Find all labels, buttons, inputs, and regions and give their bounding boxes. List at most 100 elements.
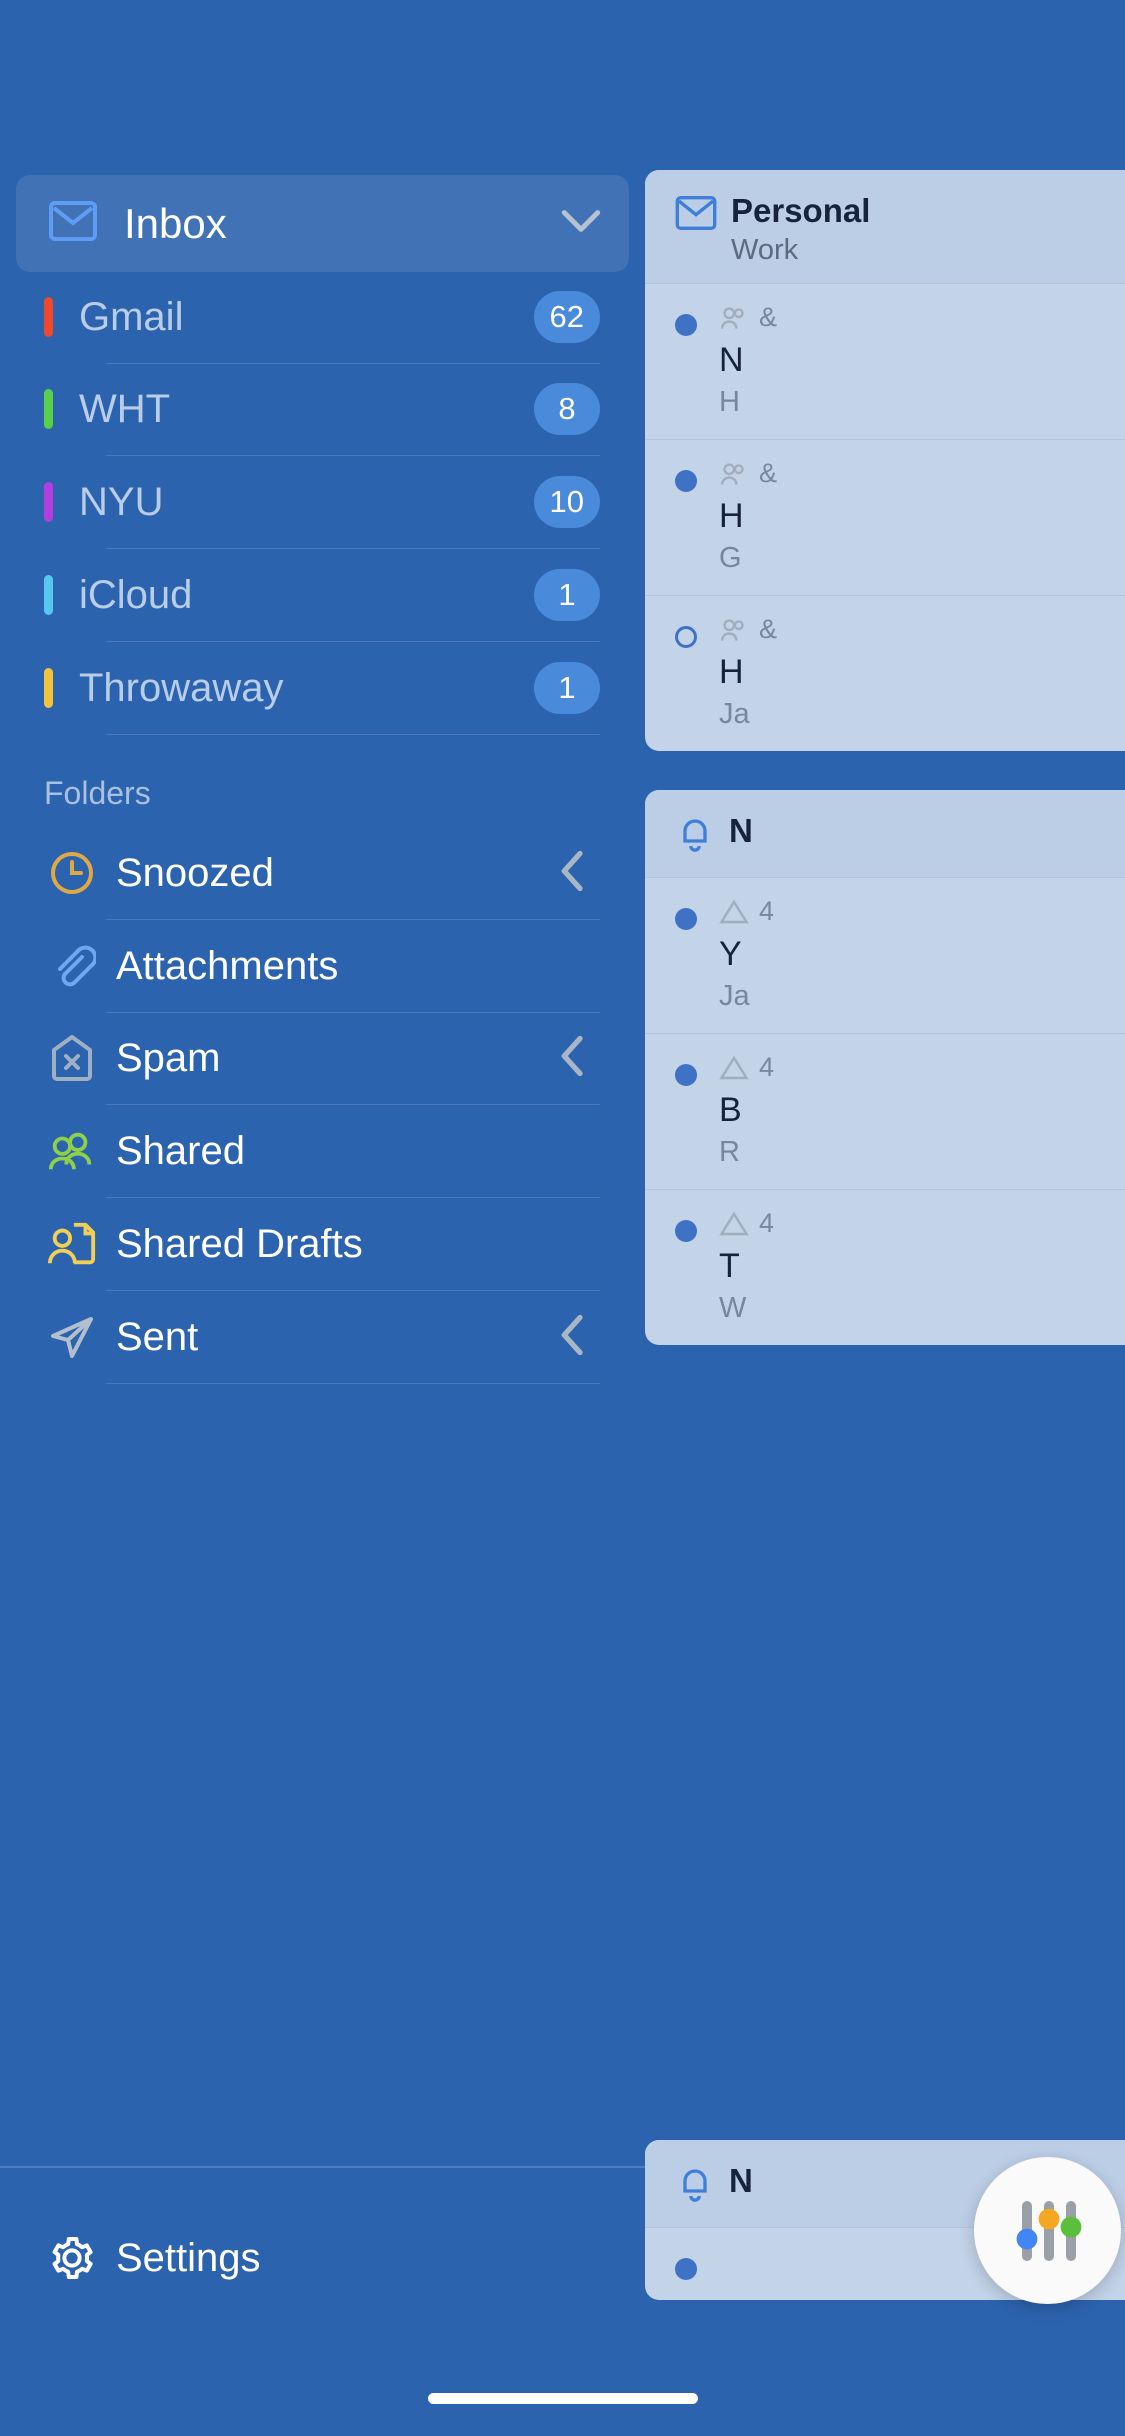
list-divider: [106, 1383, 600, 1384]
sidebar-item-label: Attachments: [116, 943, 339, 988]
people-icon: [44, 1128, 100, 1174]
chevron-left-icon[interactable]: [560, 1035, 586, 1082]
sidebar-item-account-gmail[interactable]: Gmail 62: [44, 271, 600, 363]
sidebar-item-spam[interactable]: Spam: [44, 1012, 600, 1104]
unread-dot: [675, 908, 697, 930]
unread-badge: 62: [533, 291, 600, 343]
gear-icon: [44, 2234, 100, 2282]
mail-group-header[interactable]: N: [645, 790, 1125, 877]
email-snippet: R: [719, 1136, 740, 1168]
clock-icon: [44, 849, 100, 897]
email-list-item[interactable]: & H Ja: [645, 595, 1125, 751]
email-sender-row: 4: [719, 896, 774, 927]
sidebar-item-account-wht[interactable]: WHT 8: [44, 363, 600, 455]
email-snippet: Ja: [719, 980, 750, 1012]
email-list-panel: Personal Work & N H & H G & H Ja N 4 Y J…: [645, 0, 1125, 2436]
email-list-item[interactable]: 4 Y Ja: [645, 877, 1125, 1033]
sidebar-item-sent[interactable]: Sent: [44, 1291, 600, 1383]
chevron-left-icon[interactable]: [560, 850, 586, 897]
mail-group-header[interactable]: Personal Work: [645, 170, 1125, 283]
sidebar-item-account-throwaway[interactable]: Throwaway 1: [44, 642, 600, 734]
paperclip-icon: [44, 942, 100, 990]
email-list-item[interactable]: & N H: [645, 283, 1125, 439]
read-dot: [675, 626, 697, 648]
sidebar-item-label: Shared Drafts: [116, 1221, 363, 1266]
unread-badge: 1: [534, 569, 600, 621]
sidebar-item-label: Inbox: [124, 199, 227, 247]
sidebar-item-label: Gmail: [79, 294, 184, 339]
email-snippet: Ja: [719, 698, 750, 730]
sidebar-item-label: NYU: [79, 479, 164, 524]
people-icon: [721, 462, 744, 485]
email-snippet: G: [719, 542, 742, 574]
unread-badge: 1: [534, 662, 600, 714]
email-sender: &: [759, 458, 778, 488]
unread-dot: [675, 1220, 697, 1242]
email-sender: 4: [759, 1208, 775, 1238]
chevron-down-icon[interactable]: [561, 209, 601, 238]
mail-group-card[interactable]: N 4 Y Ja 4 B R 4 T W: [645, 790, 1125, 1345]
email-subject: H: [719, 497, 744, 535]
unread-dot: [675, 470, 697, 492]
sliders-filter-icon: [1016, 2200, 1081, 2261]
email-snippet: H: [719, 386, 740, 418]
people-icon: [721, 306, 744, 329]
spam-shield-x-icon: [44, 1034, 100, 1082]
account-color-bar: [44, 668, 53, 708]
bell-icon: [675, 2166, 715, 2211]
account-color-bar: [44, 389, 53, 429]
email-sender-row: &: [719, 302, 777, 333]
email-list-item[interactable]: 4 B R: [645, 1033, 1125, 1189]
email-subject: T: [719, 1247, 740, 1285]
sidebar-item-label: Throwaway: [79, 665, 284, 710]
email-sender-row: &: [719, 458, 777, 489]
mail-group-title: Personal: [731, 192, 871, 229]
email-sender: &: [759, 614, 778, 644]
bell-icon: [675, 816, 715, 861]
email-list-item[interactable]: 4 T W: [645, 1189, 1125, 1345]
email-list-item[interactable]: & H G: [645, 439, 1125, 595]
filter-sliders-button[interactable]: [974, 2157, 1121, 2304]
navigation-drawer: Inbox Gmail 62 WHT 8 NYU 10 iCloud 1 Thr…: [0, 0, 645, 2436]
paper-plane-icon: [44, 1313, 100, 1361]
sidebar-item-account-icloud[interactable]: iCloud 1: [44, 549, 600, 641]
sidebar-item-settings[interactable]: Settings: [44, 2212, 600, 2304]
mail-group-card[interactable]: Personal Work & N H & H G & H Ja: [645, 170, 1125, 751]
sidebar-item-label: WHT: [79, 386, 171, 431]
person-document-icon: [44, 1220, 100, 1268]
people-icon: [721, 618, 744, 641]
sidebar-item-account-nyu[interactable]: NYU 10: [44, 456, 600, 548]
folders-section-header: Folders: [44, 775, 151, 811]
sidebar-item-label: Shared: [116, 1128, 245, 1173]
email-subject: B: [719, 1091, 742, 1129]
unread-dot: [675, 1064, 697, 1086]
account-color-bar: [44, 575, 53, 615]
account-color-bar: [44, 297, 53, 337]
sidebar-item-shared-drafts[interactable]: Shared Drafts: [44, 1198, 600, 1290]
sidebar-item-label: Snoozed: [116, 850, 274, 895]
unread-badge: 10: [533, 476, 600, 528]
sidebar-item-label: Settings: [116, 2235, 261, 2280]
email-sender: 4: [759, 896, 775, 926]
email-sender-row: &: [719, 614, 777, 645]
mail-group-subtitle: Work: [731, 234, 799, 266]
email-sender: 4: [759, 1052, 775, 1082]
warning-icon: [719, 1211, 749, 1235]
envelope-icon: [675, 196, 717, 235]
unread-badge: 8: [534, 383, 600, 435]
sidebar-item-shared[interactable]: Shared: [44, 1105, 600, 1197]
sidebar-item-inbox[interactable]: Inbox: [16, 175, 629, 272]
home-indicator: [427, 2393, 698, 2404]
email-subject: Y: [719, 935, 742, 973]
chevron-left-icon[interactable]: [560, 1314, 586, 1361]
sidebar-item-attachments[interactable]: Attachments: [44, 920, 600, 1012]
unread-dot: [675, 314, 697, 336]
email-sender-row: 4: [719, 1052, 774, 1083]
email-subject: N: [719, 341, 744, 379]
sidebar-bottom-divider: [0, 2166, 645, 2168]
sidebar-item-snoozed[interactable]: Snoozed: [44, 827, 600, 919]
mail-group-title: N: [729, 2162, 753, 2199]
sidebar-item-label: Spam: [116, 1035, 221, 1080]
email-snippet: W: [719, 1292, 747, 1324]
list-divider: [106, 734, 600, 735]
